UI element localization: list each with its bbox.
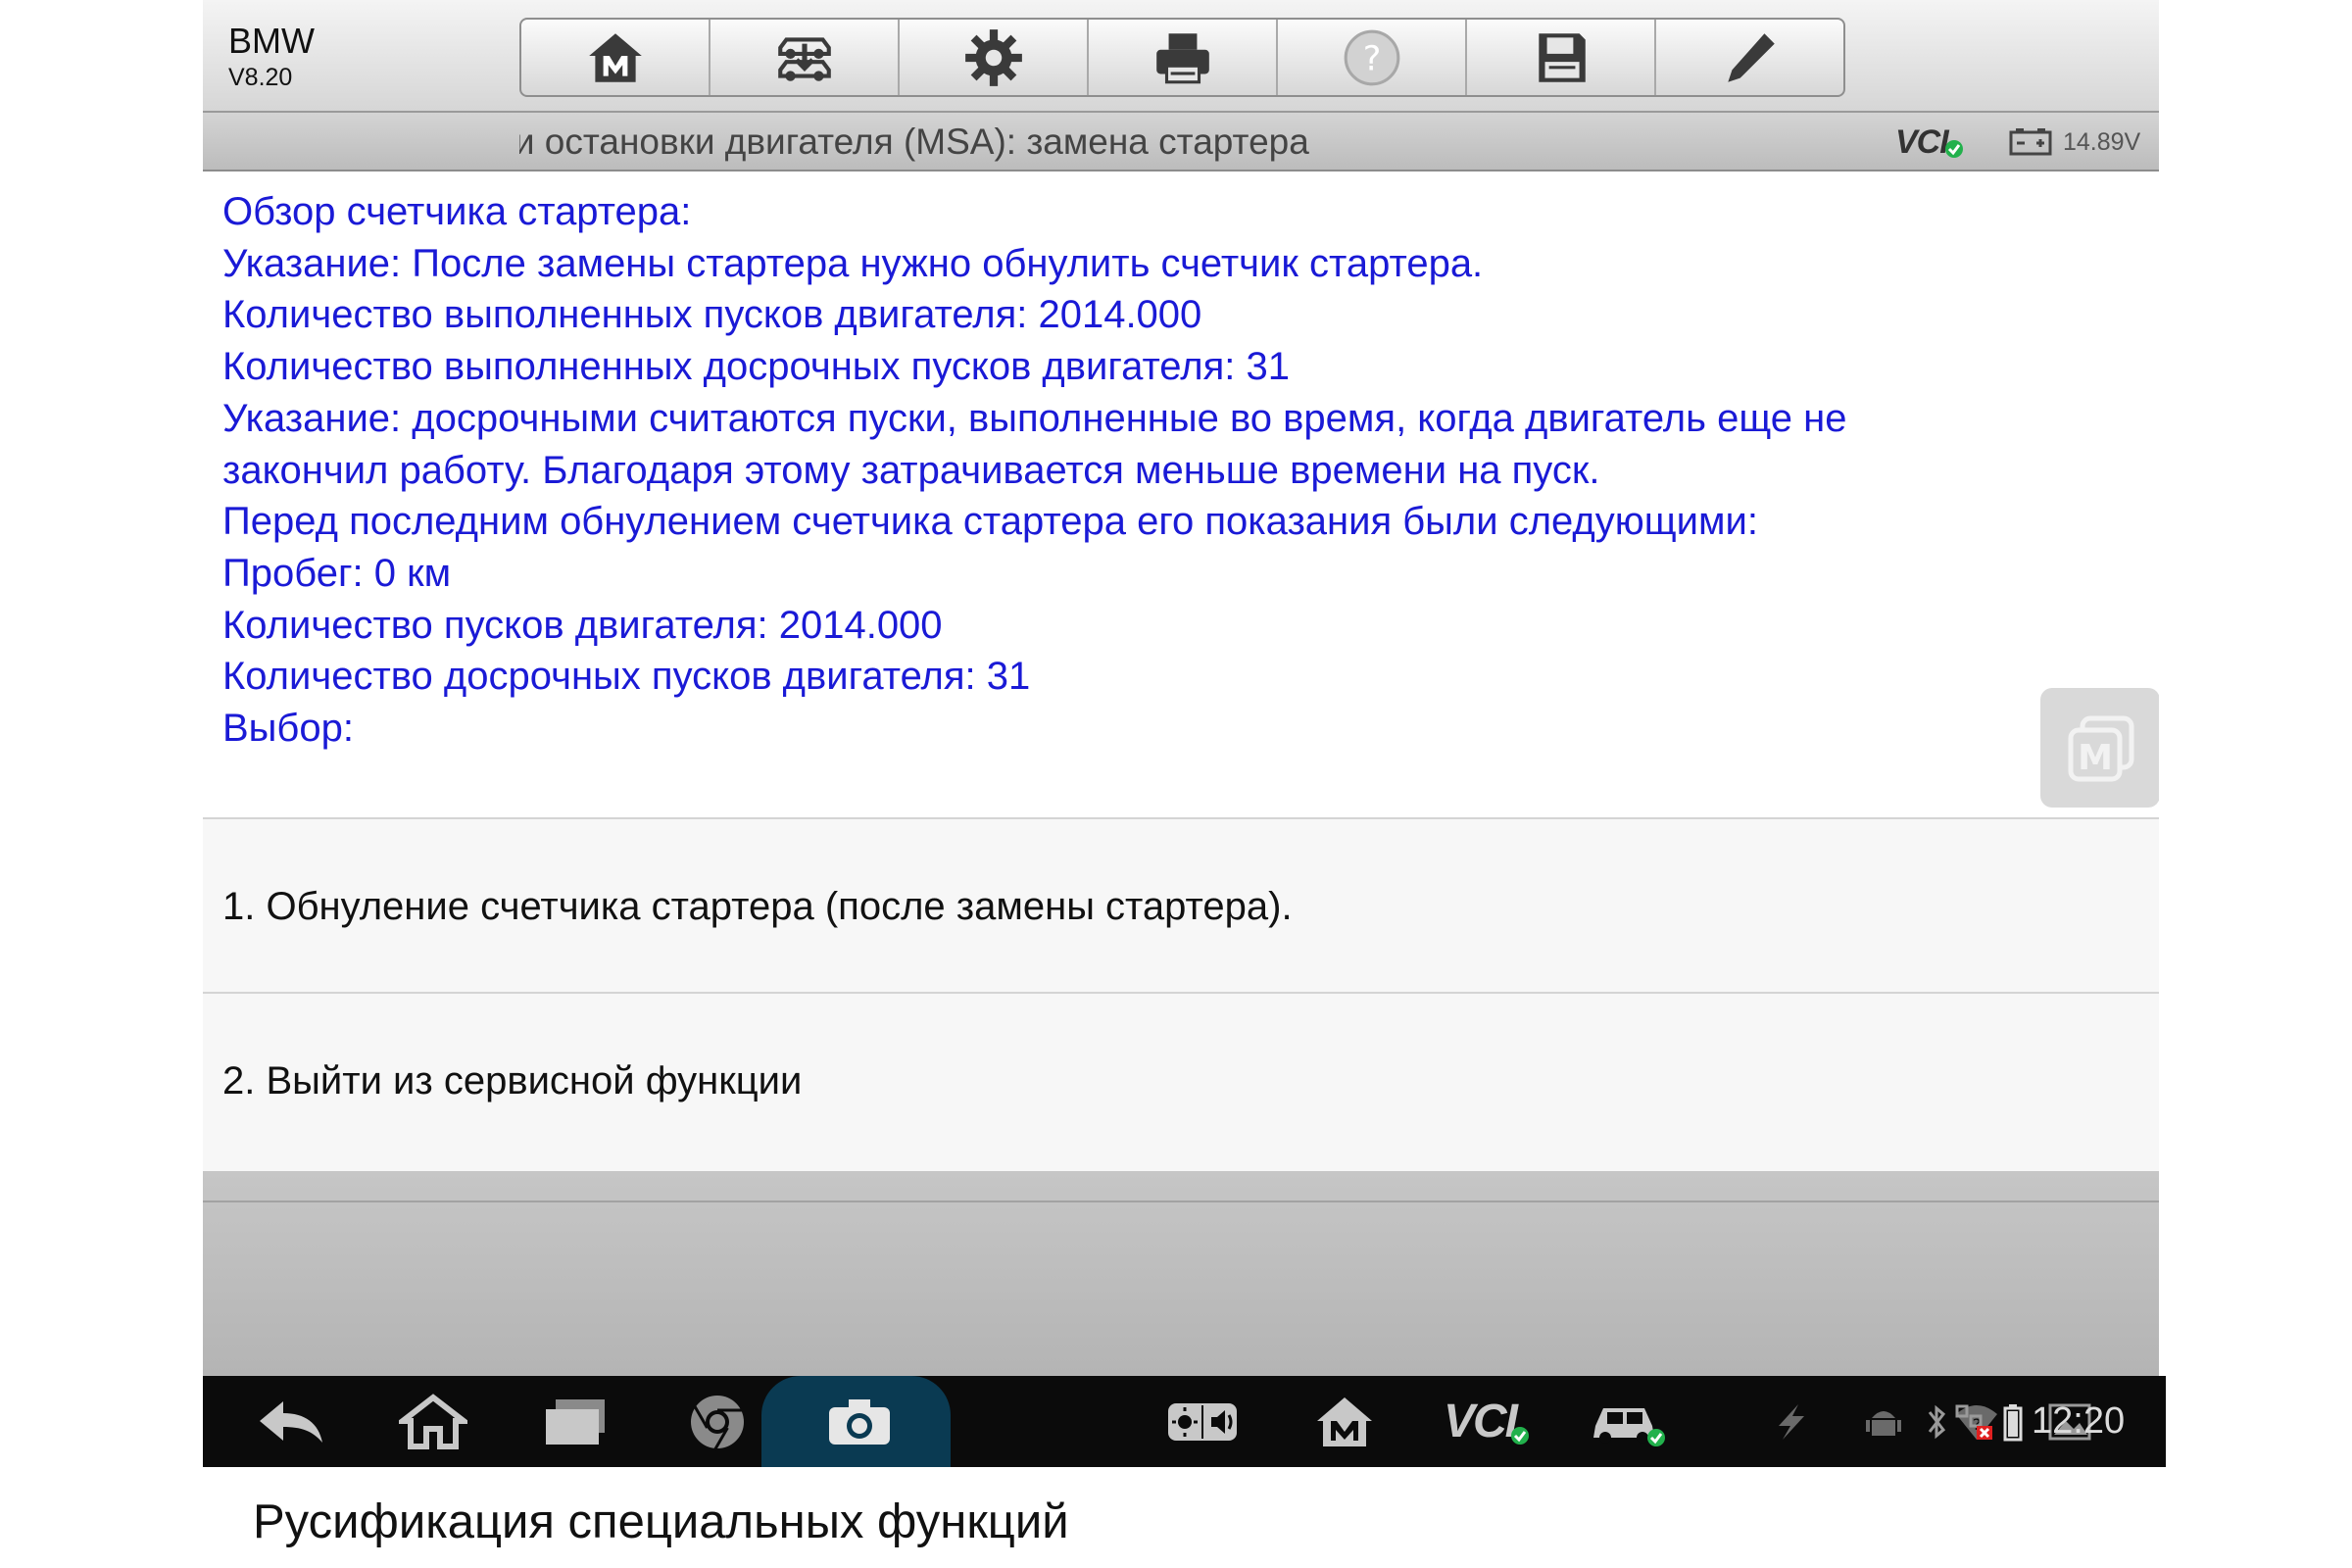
panel-divider	[203, 1200, 2159, 1202]
software-version: V8.20	[228, 64, 293, 91]
info-line: Количество выполненных досрочных пусков …	[222, 345, 1290, 389]
function-title-text: а и остановки двигателя (MSA): замена ст…	[519, 122, 1309, 162]
check-icon	[1511, 1426, 1529, 1445]
network-disconnected-icon	[1955, 1404, 1992, 1440]
option-label: 1. Обнуление счетчика стартера (после за…	[222, 885, 1293, 928]
floating-m-button[interactable]: M	[2040, 688, 2159, 808]
function-titlebar: а и остановки двигателя (MSA): замена ст…	[203, 113, 2159, 172]
chrome-button[interactable]	[668, 1376, 766, 1467]
empty-panel	[203, 1171, 2159, 1376]
back-icon	[260, 1400, 322, 1443]
main-toolbar: ?	[519, 18, 1845, 97]
gear-icon	[964, 28, 1022, 86]
maxisys-home-button[interactable]	[1296, 1376, 1394, 1467]
battery-voltage: 14.89V	[2063, 127, 2141, 156]
pencil-icon	[1727, 32, 1775, 82]
svg-text:M: M	[2078, 738, 2113, 778]
printer-icon	[1155, 32, 1209, 83]
info-line: Обзор счетчика стартера:	[222, 190, 692, 233]
vci-nav-label: VCI	[1443, 1396, 1518, 1447]
info-line: Перед последним обнулением счетчика стар…	[222, 500, 1758, 544]
info-line: Пробег: 0 км	[222, 551, 452, 595]
m-logo-icon: M	[2068, 715, 2134, 782]
info-line: Выбор:	[222, 707, 354, 751]
info-line: закончил работу. Благодаря этому затрачи…	[222, 448, 1600, 492]
help-icon: ?	[1344, 29, 1399, 85]
vci-label: VCI	[1895, 122, 1949, 161]
print-button[interactable]	[1089, 20, 1278, 95]
battery-icon	[2009, 128, 2052, 156]
home-m-icon	[1317, 1396, 1372, 1446]
brightness-volume-icon	[1168, 1402, 1237, 1441]
floppy-icon	[1538, 32, 1586, 82]
home-icon	[399, 1393, 467, 1449]
selection-list: 1. Обнуление счетчика стартера (после за…	[203, 817, 2159, 1171]
svg-text:?: ?	[1362, 38, 1381, 78]
recent-apps-icon	[546, 1398, 605, 1445]
screenshot-camera-button[interactable]	[810, 1376, 908, 1467]
home-button[interactable]	[384, 1376, 482, 1467]
chrome-icon	[691, 1395, 744, 1450]
info-line: Количество досрочных пусков двигателя: 3…	[222, 655, 1031, 699]
brand-block: BMW V8.20	[228, 22, 315, 94]
info-line: Указание: досрочными считаются пуски, вы…	[222, 396, 1847, 440]
battery-status: 14.89V	[2008, 122, 2140, 162]
save-button[interactable]	[1467, 20, 1656, 95]
info-line: Количество выполненных пусков двигателя:…	[222, 293, 1202, 337]
vehicle-button[interactable]	[1580, 1376, 1678, 1467]
vehicle-swap-button[interactable]	[710, 20, 900, 95]
info-line: Указание: После замены стартера нужно об…	[222, 241, 1484, 285]
brightness-volume-button[interactable]	[1153, 1376, 1251, 1467]
option-label: 2. Выйти из сервисной функции	[222, 1059, 803, 1102]
car-icon	[1593, 1407, 1665, 1446]
app-header: BMW V8.20 ?	[203, 0, 2159, 113]
settings-button[interactable]	[900, 20, 1089, 95]
lightning-icon	[1779, 1403, 1804, 1440]
status-clock: 12:20	[2032, 1400, 2126, 1442]
edit-button[interactable]	[1656, 20, 1843, 95]
option-exit-service-function[interactable]: 2. Выйти из сервисной функции	[203, 994, 2159, 1168]
battery-icon	[2003, 1403, 2023, 1441]
android-icon	[1866, 1410, 1901, 1436]
check-icon	[1944, 140, 1963, 158]
info-text-panel: Обзор счетчика стартера: Указание: После…	[222, 186, 2143, 755]
usb-debug-status	[1766, 1376, 1815, 1467]
car-swap-icon	[777, 36, 831, 81]
help-button[interactable]: ?	[1278, 20, 1467, 95]
status-tray: 12:20	[1926, 1376, 2125, 1467]
brand-name: BMW	[228, 21, 315, 61]
bluetooth-icon	[1928, 1404, 1946, 1439]
home-m-icon	[588, 32, 642, 82]
home-m-button[interactable]	[521, 20, 710, 95]
android-status	[1859, 1376, 1908, 1467]
function-title: а и остановки двигателя (MSA): замена ст…	[519, 113, 1793, 172]
vci-status: VCI	[1895, 122, 1964, 162]
recent-apps-button[interactable]	[526, 1376, 624, 1467]
option-reset-starter-counter[interactable]: 1. Обнуление счетчика стартера (после за…	[203, 819, 2159, 994]
camera-icon	[829, 1398, 890, 1445]
back-button[interactable]	[242, 1376, 340, 1467]
image-caption: Русификация специальных функций	[253, 1495, 1069, 1548]
diagnostic-screen: BMW V8.20 ? а и остановки двигателя (MSA…	[203, 0, 2159, 1467]
system-navigation-bar: VCI ?	[203, 1376, 2159, 1467]
vci-connection-button[interactable]: VCI	[1433, 1376, 1541, 1467]
info-line: Количество пусков двигателя: 2014.000	[222, 603, 943, 647]
navbar-tail	[2127, 1376, 2166, 1467]
